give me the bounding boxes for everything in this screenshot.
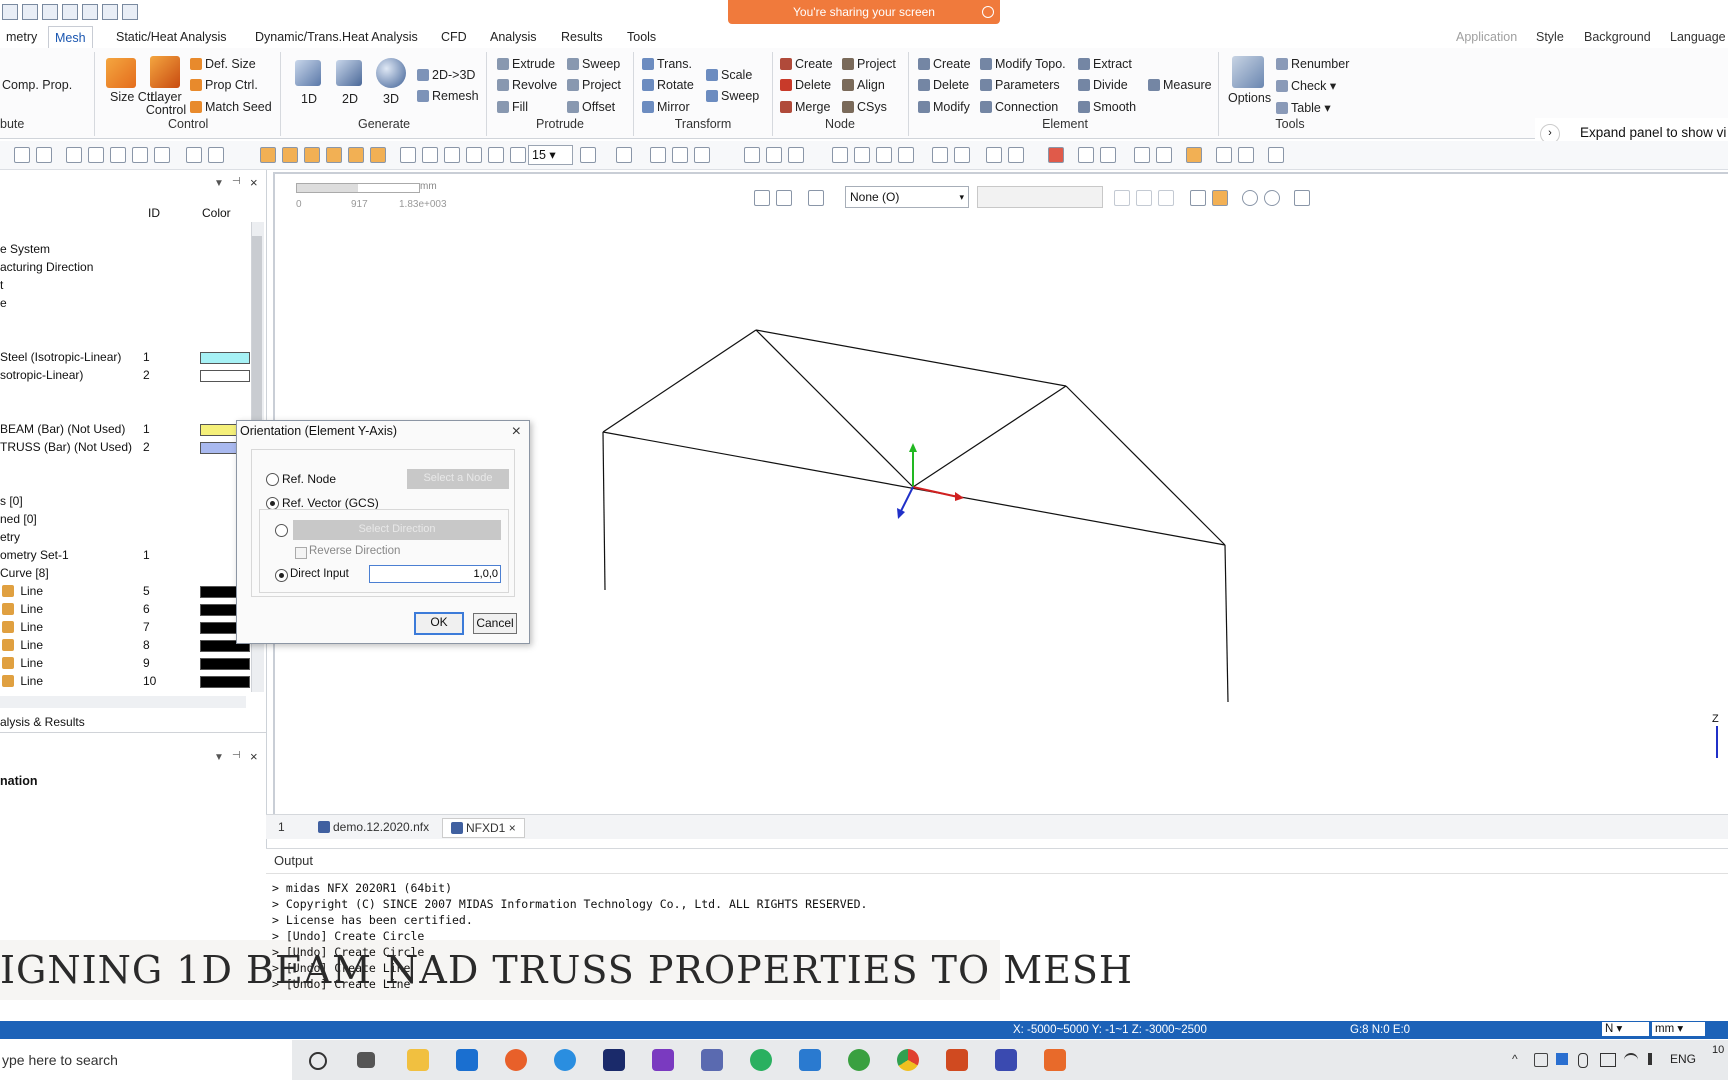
reverse-direction-checkbox[interactable] [295, 547, 307, 559]
direct-input-field[interactable] [369, 565, 501, 583]
calendar-icon[interactable] [799, 1049, 821, 1071]
edge-icon[interactable] [554, 1049, 576, 1071]
doc-tab-label: NFXD1 [466, 821, 506, 835]
unit-select-value: mm [1655, 1023, 1675, 1035]
model-line [912, 385, 1067, 488]
microphone-icon[interactable] [1578, 1053, 1588, 1068]
output-line: > License has been certified. [272, 913, 473, 927]
doc-tab-label: demo.12.2020.nfx [333, 820, 430, 834]
status-bar: X: -5000~5000 Y: -1~1 Z: -3000~2500 G:8 … [0, 1021, 1728, 1039]
entity-counts: G:8 N:0 E:0 [1350, 1024, 1411, 1036]
wifi-icon[interactable] [1624, 1053, 1638, 1067]
dialog-title: Orientation (Element Y-Axis) [240, 424, 398, 438]
screen-share-app-icon[interactable] [1044, 1049, 1066, 1071]
model-line [1224, 544, 1229, 703]
direct-input-radio[interactable] [275, 569, 288, 582]
visual-studio-icon[interactable] [652, 1049, 674, 1071]
midas-nfx-icon[interactable] [995, 1049, 1017, 1071]
coordinate-range: X: -5000~5000 Y: -1~1 Z: -3000~2500 [1013, 1024, 1207, 1036]
model-line [1065, 385, 1226, 546]
tray-icon[interactable] [1534, 1053, 1548, 1067]
output-header: Output [274, 853, 314, 868]
document-tabs: 1 demo.12.2020.nfx NFXD1 × [266, 814, 1728, 839]
windows-taskbar: ype here to search ^ ENG 10 [0, 1040, 1728, 1080]
output-line: > Copyright (C) SINCE 2007 MIDAS Informa… [272, 897, 868, 911]
orientation-dialog: Orientation (Element Y-Axis) × Ref. Node… [236, 420, 530, 644]
evernote-icon[interactable] [848, 1049, 870, 1071]
global-z-label: Z [1712, 713, 1719, 725]
file-explorer-icon[interactable] [407, 1049, 429, 1071]
doc-tab-demo[interactable]: demo.12.2020.nfx [310, 818, 437, 836]
chevron-up-icon[interactable]: ^ [1512, 1052, 1518, 1066]
chrome-icon[interactable] [897, 1049, 919, 1071]
caption-text: IGNING 1D BEAM NAD TRUSS PROPERTIES TO M… [0, 948, 1134, 992]
select-direction-button: Select Direction [293, 520, 501, 540]
clock[interactable]: 10 [1712, 1044, 1724, 1056]
z-axis-arrow [900, 486, 914, 512]
x-axis-arrowhead [955, 492, 964, 501]
outlook-icon[interactable] [456, 1049, 478, 1071]
close-icon[interactable]: × [509, 821, 516, 835]
whatsapp-icon[interactable] [750, 1049, 772, 1071]
powerpoint-icon[interactable] [946, 1049, 968, 1071]
ref-node-radio[interactable] [266, 473, 279, 486]
taskbar-search-text: ype here to search [2, 1052, 118, 1068]
doc-tab[interactable]: 1 [270, 818, 293, 836]
nfx-file-icon [451, 822, 463, 834]
terminal-icon[interactable] [603, 1049, 625, 1071]
task-view-icon[interactable] [357, 1052, 375, 1068]
battery-icon[interactable] [1600, 1053, 1616, 1067]
ref-vector-label: Ref. Vector (GCS) [282, 496, 379, 510]
reverse-direction-label: Reverse Direction [309, 545, 401, 557]
close-icon[interactable]: × [512, 423, 521, 441]
cancel-button[interactable]: Cancel [473, 613, 517, 634]
volume-icon[interactable] [1648, 1053, 1664, 1065]
taskbar-search[interactable]: ype here to search [0, 1040, 292, 1080]
output-line: > midas NFX 2020R1 (64bit) [272, 881, 453, 895]
model-line [755, 329, 1067, 387]
model-line [602, 329, 757, 433]
node-select[interactable]: N ▾ [1602, 1022, 1649, 1036]
language-indicator[interactable]: ENG [1670, 1052, 1696, 1066]
select-node-button: Select a Node [407, 469, 509, 489]
dropbox-icon[interactable] [1556, 1053, 1568, 1065]
firefox-icon[interactable] [505, 1049, 527, 1071]
select-direction-radio[interactable] [275, 524, 288, 537]
node-select-value: N [1605, 1023, 1614, 1035]
select-node-label: Select a Node [423, 472, 493, 484]
cortana-icon[interactable] [309, 1052, 327, 1070]
x-axis-arrow [912, 486, 959, 498]
ok-button[interactable]: OK [414, 612, 464, 635]
teams-icon[interactable] [701, 1049, 723, 1071]
select-direction-label: Select Direction [358, 523, 436, 535]
y-axis-arrowhead [909, 443, 917, 452]
model-line [602, 431, 606, 591]
doc-tab-active[interactable]: NFXD1 × [442, 818, 525, 838]
unit-select[interactable]: mm ▾ [1652, 1022, 1705, 1036]
divider [266, 873, 1728, 874]
nfx-file-icon [318, 821, 330, 833]
ref-node-label: Ref. Node [282, 472, 337, 486]
direct-input-label: Direct Input [290, 568, 349, 580]
